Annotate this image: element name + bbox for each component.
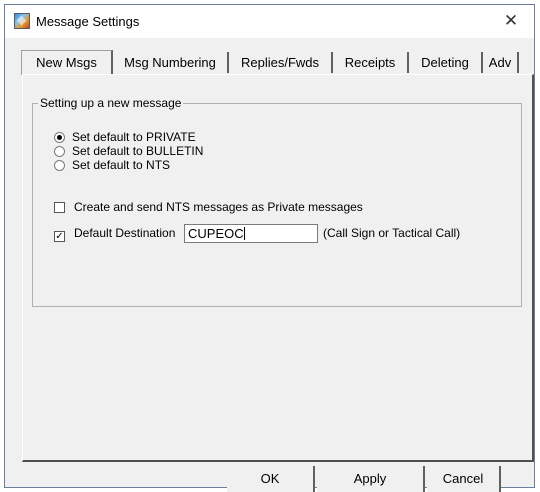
nts-private-checkbox-row[interactable]: Create and send NTS messages as Private …	[54, 200, 363, 214]
button-separator	[313, 466, 315, 492]
radio-nts-label: Set default to NTS	[72, 158, 171, 172]
radio-bulletin-button[interactable]	[54, 146, 65, 157]
tab-replies-fwds[interactable]: Replies/Fwds	[229, 52, 333, 73]
close-button[interactable]: ✕	[494, 8, 528, 34]
default-destination-checkbox-row[interactable]: ✓ Default Destination	[54, 226, 176, 242]
radio-nts-button[interactable]	[54, 160, 65, 171]
groupbox-label: Setting up a new message	[38, 96, 184, 110]
tab-strip: New Msgs Msg Numbering Replies/Fwds Rece…	[21, 50, 521, 75]
tab-deleting[interactable]: Deleting	[409, 52, 483, 73]
destination-hint: (Call Sign or Tactical Call)	[323, 226, 461, 240]
cancel-button[interactable]: Cancel	[427, 466, 499, 492]
default-destination-value: CUPEOC	[188, 226, 244, 241]
window-title: Message Settings	[36, 14, 140, 29]
tab-receipts[interactable]: Receipts	[333, 52, 409, 73]
apply-button[interactable]: Apply	[317, 466, 423, 492]
tab-adv[interactable]: Adv	[483, 52, 519, 73]
radio-bulletin[interactable]: Set default to BULLETIN	[54, 144, 203, 158]
button-separator	[423, 466, 425, 492]
tab-msg-numbering[interactable]: Msg Numbering	[113, 52, 229, 73]
button-separator	[499, 466, 501, 492]
new-msgs-panel: Setting up a new message Set default to …	[22, 74, 534, 462]
default-destination-label: Default Destination	[74, 226, 176, 240]
app-icon	[14, 13, 30, 29]
radio-private-button[interactable]	[54, 132, 65, 143]
radio-private-label: Set default to PRIVATE	[72, 130, 196, 144]
radio-nts[interactable]: Set default to NTS	[54, 158, 170, 172]
new-message-groupbox: Setting up a new message Set default to …	[32, 96, 522, 307]
radio-bulletin-label: Set default to BULLETIN	[72, 144, 204, 158]
default-destination-input[interactable]: CUPEOC	[184, 224, 318, 243]
nts-private-checkbox[interactable]	[54, 202, 65, 213]
nts-private-label: Create and send NTS messages as Private …	[74, 200, 363, 214]
tab-new-msgs[interactable]: New Msgs	[21, 50, 113, 75]
radio-private[interactable]: Set default to PRIVATE	[54, 130, 196, 144]
ok-button[interactable]: OK	[227, 466, 313, 492]
default-destination-checkbox[interactable]: ✓	[54, 231, 65, 242]
message-settings-window: Message Settings ✕ New Msgs Msg Numberin…	[4, 4, 535, 492]
text-caret	[243, 227, 245, 240]
title-bar[interactable]: Message Settings ✕	[5, 5, 534, 38]
